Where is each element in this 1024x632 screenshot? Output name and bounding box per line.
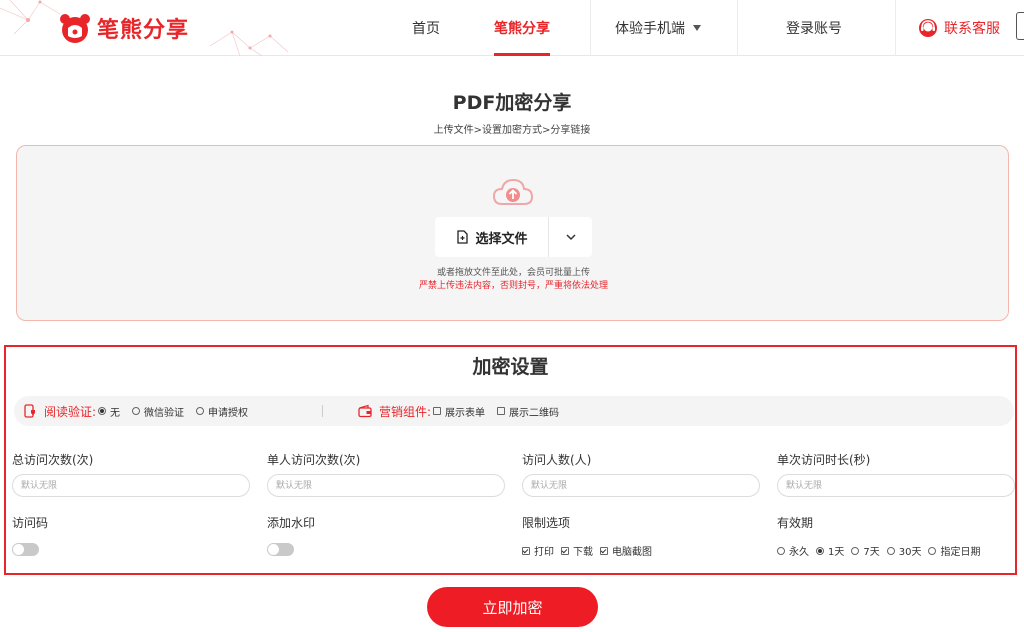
headset-icon xyxy=(919,19,937,37)
option-label: 展示表单 xyxy=(445,407,486,419)
radio-unselected xyxy=(777,546,785,555)
nav-bixiong-share[interactable]: 笔熊分享 xyxy=(484,0,560,56)
upload-dropzone[interactable]: 选择文件 或者拖放文件至此处，会员可批量上传 严禁上传违法内容，否则封号，严重将… xyxy=(16,145,1009,321)
validity-options: 永久 1天 7天 30天 指定日期 xyxy=(777,543,980,558)
per-user-visits-label: 单人访问次数(次) xyxy=(267,453,361,467)
restrict-download[interactable]: 下载 xyxy=(561,543,593,558)
marketing-show-qrcode[interactable]: 展示二维码 xyxy=(497,404,559,419)
select-file-label: 选择文件 xyxy=(475,231,528,247)
watermark-label: 添加水印 xyxy=(267,516,316,530)
duration-label: 单次访问时长(秒) xyxy=(777,453,871,467)
checkbox-checked xyxy=(561,546,569,555)
restrictions-label: 限制选项 xyxy=(522,516,571,530)
side-panel-handle[interactable] xyxy=(1016,12,1024,40)
radio-unselected xyxy=(886,546,895,555)
radio-unselected xyxy=(132,407,141,415)
upload-warning: 严禁上传违法内容，否则封号，严重将依法处理 xyxy=(418,281,608,291)
restrict-print[interactable]: 打印 xyxy=(522,543,554,558)
radio-unselected xyxy=(928,546,937,555)
radio-unselected xyxy=(196,407,205,415)
option-label: 展示二维码 xyxy=(509,407,560,419)
option-bar-separator xyxy=(322,405,323,417)
step-breadcrumb: 上传文件>设置加密方式>分享链接 xyxy=(433,125,591,136)
read-verify-label: 阅读验证: xyxy=(44,404,97,419)
checkbox-unchecked xyxy=(497,407,506,415)
nav-home[interactable]: 首页 xyxy=(396,0,456,56)
cloud-upload-icon xyxy=(492,178,534,205)
select-file-button[interactable]: 选择文件 xyxy=(435,217,548,257)
nav-support-label: 联系客服 xyxy=(944,21,1000,37)
access-code-label: 访问码 xyxy=(12,516,49,530)
option-label: 1天 xyxy=(828,547,845,558)
option-label: 微信验证 xyxy=(144,407,185,419)
read-verify-group: 阅读验证: 无 微信验证 申请授权 xyxy=(23,396,248,426)
option-label: 永久 xyxy=(789,547,809,558)
marketing-label: 营销组件: xyxy=(379,404,432,419)
upload-options-dropdown[interactable] xyxy=(549,217,592,257)
option-bar: 阅读验证: 无 微信验证 申请授权 营销组件: 展示表单 展示二维码 xyxy=(14,396,1014,426)
checkbox-unchecked xyxy=(433,407,442,415)
visitors-label: 访问人数(人) xyxy=(522,453,592,467)
validity-1-day[interactable]: 1天 xyxy=(816,543,844,558)
checkbox-checked xyxy=(600,546,608,555)
read-verify-wechat[interactable]: 微信验证 xyxy=(132,404,184,419)
nav-login[interactable]: 登录账号 xyxy=(738,0,890,56)
restrict-screenshot[interactable]: 电脑截图 xyxy=(600,543,652,558)
brand-name: 笔熊分享 xyxy=(97,18,190,43)
option-label: 30天 xyxy=(898,547,922,558)
bear-logo-icon xyxy=(60,14,90,43)
marketing-group: 营销组件: 展示表单 展示二维码 xyxy=(358,396,559,426)
radio-selected xyxy=(816,546,824,555)
option-label: 下载 xyxy=(573,547,593,558)
radio-unselected xyxy=(851,546,860,555)
encryption-settings-panel: 加密设置 阅读验证: 无 微信验证 申请授权 营销组件: 展示表单 展示二维码 … xyxy=(4,345,1017,575)
validity-label: 有效期 xyxy=(777,516,814,530)
visitors-input[interactable] xyxy=(522,474,760,497)
option-label: 指定日期 xyxy=(940,547,981,558)
radio-selected xyxy=(98,407,107,415)
option-label: 7天 xyxy=(863,547,880,558)
per-user-visits-input[interactable] xyxy=(267,474,505,497)
watermark-toggle[interactable] xyxy=(267,543,294,556)
file-add-icon xyxy=(457,230,469,244)
nav-separator xyxy=(590,0,591,56)
brand-logo[interactable]: 笔熊分享 xyxy=(58,8,189,48)
option-label: 打印 xyxy=(534,547,554,558)
upload-hint: 或者拖放文件至此处，会员可批量上传 xyxy=(436,268,590,278)
read-verify-none[interactable]: 无 xyxy=(98,404,120,419)
marketing-show-form[interactable]: 展示表单 xyxy=(433,404,485,419)
nav-mobile-label: 体验手机端 xyxy=(615,21,685,37)
encrypt-now-button[interactable]: 立即加密 xyxy=(427,587,598,627)
total-visits-label: 总访问次数(次) xyxy=(12,453,94,467)
nav-customer-service[interactable]: 联系客服 xyxy=(904,0,1014,56)
access-code-toggle[interactable] xyxy=(12,543,39,556)
nav-separator xyxy=(895,0,896,56)
option-label: 电脑截图 xyxy=(612,547,652,558)
total-visits-input[interactable] xyxy=(12,474,250,497)
wallet-icon xyxy=(358,404,372,418)
caret-down-icon xyxy=(693,25,701,31)
validity-forever[interactable]: 永久 xyxy=(777,543,809,558)
settings-title: 加密设置 xyxy=(472,356,549,378)
checkbox-checked xyxy=(522,546,530,555)
validity-7-days[interactable]: 7天 xyxy=(851,543,880,558)
file-select-group: 选择文件 xyxy=(435,217,592,257)
option-label: 无 xyxy=(110,407,121,419)
page-title: PDF加密分享 xyxy=(452,92,572,114)
phone-shield-icon xyxy=(24,404,35,418)
validity-custom-date[interactable]: 指定日期 xyxy=(928,543,980,558)
restrictions-options: 打印 下载 电脑截图 xyxy=(522,543,652,558)
chevron-down-icon xyxy=(565,234,576,241)
option-label: 申请授权 xyxy=(208,407,249,419)
validity-30-days[interactable]: 30天 xyxy=(886,543,922,558)
duration-input[interactable] xyxy=(777,474,1015,497)
top-header: 笔熊分享 首页 笔熊分享 体验手机端 登录账号 联系客服 xyxy=(0,0,1024,56)
read-verify-apply[interactable]: 申请授权 xyxy=(196,404,248,419)
nav-mobile-dropdown[interactable]: 体验手机端 xyxy=(592,0,724,56)
